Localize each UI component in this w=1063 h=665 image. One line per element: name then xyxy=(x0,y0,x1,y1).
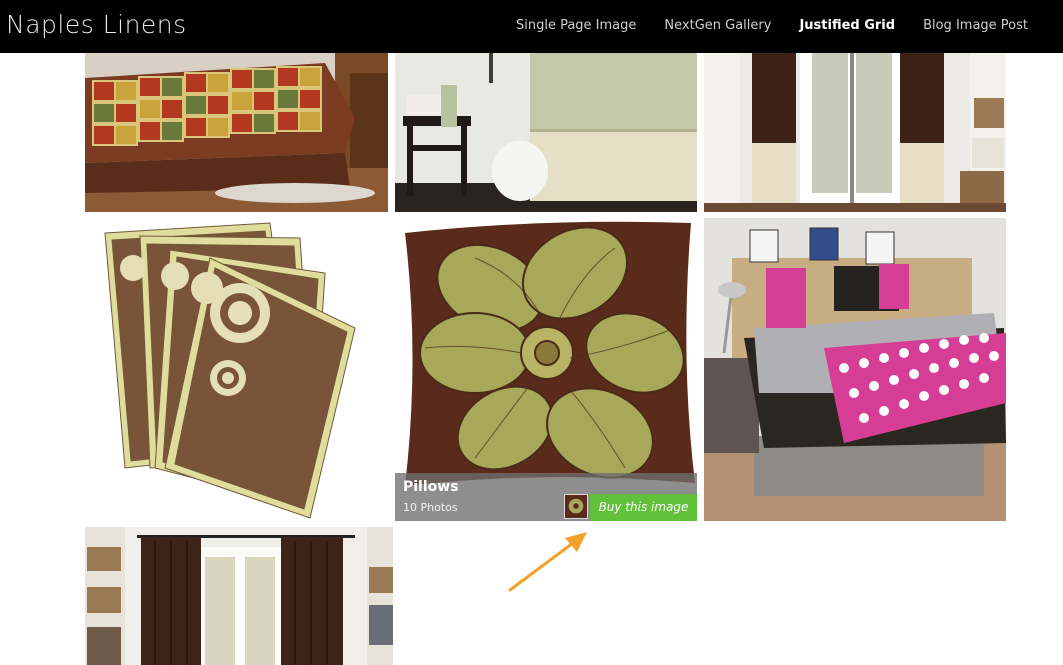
callout-arrow-icon xyxy=(508,532,587,592)
nav-nextgen-gallery[interactable]: NextGen Gallery xyxy=(664,18,771,33)
nav-justified-grid[interactable]: Justified Grid xyxy=(799,18,895,33)
album-thumbnail[interactable] xyxy=(564,494,588,519)
nav-single-page-image[interactable]: Single Page Image xyxy=(516,18,636,33)
buy-image-button[interactable]: Buy this image xyxy=(590,494,697,521)
gallery-image-brown-curtains[interactable] xyxy=(85,527,393,665)
gallery-image-placemats[interactable] xyxy=(85,218,388,521)
album-photo-count: 10 Photos xyxy=(403,501,458,514)
nav-blog-image-post[interactable]: Blog Image Post xyxy=(923,18,1028,33)
gallery-image-shower-curtain[interactable] xyxy=(395,53,697,212)
gallery-image-bedspread[interactable] xyxy=(85,53,388,212)
site-header: Naples Linens Single Page Image NextGen … xyxy=(0,0,1063,53)
main-nav: Single Page Image NextGen Gallery Justif… xyxy=(516,18,1028,33)
gallery-image-polka-dot-bedding[interactable] xyxy=(704,218,1006,521)
album-caption-overlay: Pillows 10 Photos Buy this image xyxy=(395,473,697,521)
album-title: Pillows xyxy=(403,479,459,495)
site-title[interactable]: Naples Linens xyxy=(6,10,187,39)
gallery-image-french-doors[interactable] xyxy=(704,53,1006,212)
gallery-image-pillows[interactable]: Pillows 10 Photos Buy this image xyxy=(395,218,697,521)
